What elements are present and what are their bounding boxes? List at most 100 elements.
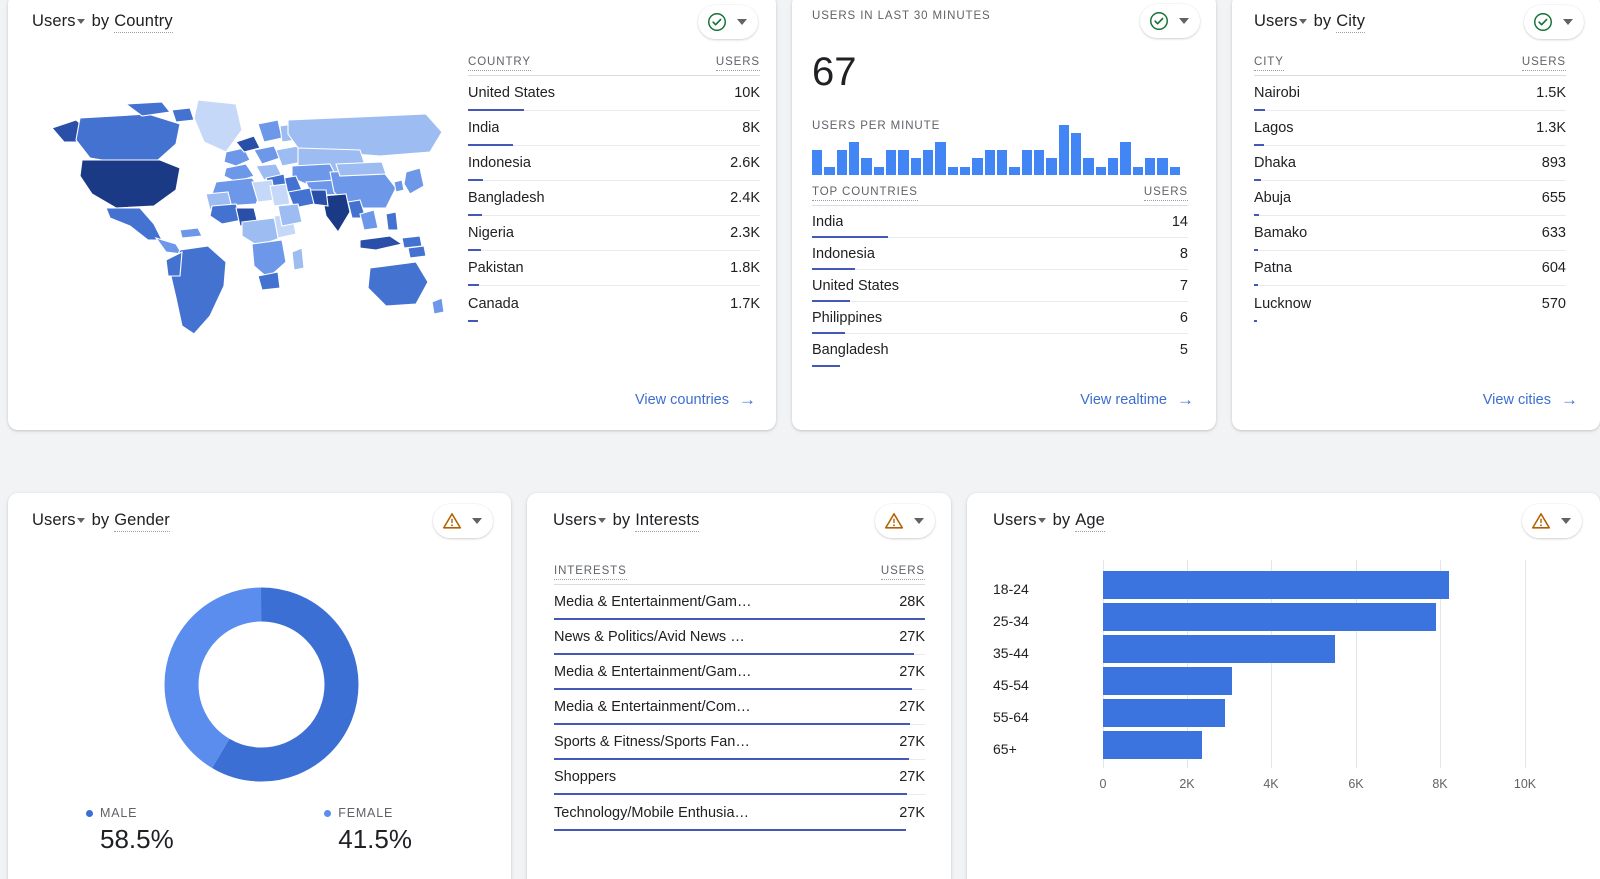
- metric-selector-country[interactable]: Users: [32, 12, 92, 31]
- check-circle-icon: [706, 11, 728, 33]
- age-bar[interactable]: [1103, 571, 1449, 599]
- table-row[interactable]: Lucknow 570: [1254, 286, 1566, 321]
- warning-triangle-icon: [883, 510, 905, 532]
- table-row[interactable]: India 8K: [468, 111, 760, 146]
- spark-bar: [886, 150, 896, 175]
- realtime-top-countries-table: TOP COUNTRIES USERS India 14 Indonesia 8…: [812, 186, 1188, 366]
- spark-bar: [1083, 158, 1093, 175]
- connector-word: by: [1053, 511, 1071, 530]
- gender-card-header: Users by Gender: [8, 493, 511, 549]
- age-bar[interactable]: [1103, 603, 1436, 631]
- realtime-active-users-value: 67: [812, 52, 1200, 92]
- row-label: News & Politics/Avid News …: [554, 629, 745, 645]
- spark-bar: [1120, 142, 1130, 175]
- view-countries-link[interactable]: View countries →: [635, 391, 756, 408]
- table-row[interactable]: Philippines 6: [812, 302, 1188, 334]
- dimension-selector-interests[interactable]: Interests: [635, 511, 699, 532]
- age-category-label: 45-54: [993, 677, 1029, 693]
- table-row[interactable]: Technology/Mobile Enthusia… 27K: [554, 795, 925, 830]
- row-bar: [554, 829, 906, 832]
- table-row[interactable]: Shoppers 27K: [554, 760, 925, 795]
- gender-status-pill[interactable]: [433, 504, 493, 538]
- legend-female-label: FEMALE: [338, 806, 393, 820]
- table-row[interactable]: Bangladesh 5: [812, 334, 1188, 366]
- row-value: 570: [1532, 296, 1566, 312]
- city-table: CITY USERS Nairobi 1.5K Lagos 1.3K Dhaka…: [1254, 56, 1566, 321]
- row-label: Bangladesh: [812, 342, 889, 358]
- table-row[interactable]: United States 7: [812, 270, 1188, 302]
- age-bar-chart[interactable]: 18-24 25-34 35-44 45-54 55-64 65+ 0 2K 4…: [967, 555, 1600, 815]
- spark-bar: [1157, 158, 1167, 175]
- country-card-header: Users by Country: [8, 0, 776, 50]
- table-row[interactable]: Lagos 1.3K: [1254, 111, 1566, 146]
- world-map-svg: [30, 90, 450, 340]
- table-row[interactable]: Media & Entertainment/Com… 27K: [554, 690, 925, 725]
- age-status-pill[interactable]: [1522, 504, 1582, 538]
- table-row[interactable]: Canada 1.7K: [468, 286, 760, 321]
- metric-selector-city[interactable]: Users: [1254, 12, 1314, 31]
- row-label: India: [468, 120, 499, 136]
- realtime-heading: USERS IN LAST 30 MINUTES: [812, 10, 991, 22]
- view-cities-link[interactable]: View cities →: [1483, 391, 1578, 408]
- table-row[interactable]: Pakistan 1.8K: [468, 251, 760, 286]
- row-value: 28K: [889, 594, 925, 610]
- realtime-table-header: TOP COUNTRIES USERS: [812, 186, 1188, 205]
- metric-selector-interests[interactable]: Users: [553, 511, 613, 530]
- realtime-col-dimension: TOP COUNTRIES: [812, 186, 918, 201]
- row-label: Media & Entertainment/Com…: [554, 699, 751, 715]
- interests-col-dimension: INTERESTS: [554, 565, 627, 580]
- age-bar[interactable]: [1103, 635, 1335, 663]
- age-bar[interactable]: [1103, 731, 1202, 759]
- world-map-choropleth[interactable]: [30, 90, 450, 340]
- age-axis-tick: 4K: [1251, 777, 1291, 791]
- metric-selector-age[interactable]: Users: [993, 511, 1053, 530]
- city-status-pill[interactable]: [1524, 5, 1584, 39]
- table-row[interactable]: United States 10K: [468, 76, 760, 111]
- dimension-selector-gender[interactable]: Gender: [114, 511, 170, 532]
- row-value: 6: [1170, 310, 1188, 326]
- age-bar[interactable]: [1103, 667, 1232, 695]
- interests-table: INTERESTS USERS Media & Entertainment/Ga…: [554, 565, 925, 830]
- row-value: 27K: [889, 805, 925, 821]
- table-row[interactable]: Patna 604: [1254, 251, 1566, 286]
- metric-selector-gender[interactable]: Users: [32, 511, 92, 530]
- table-row[interactable]: Indonesia 2.6K: [468, 146, 760, 181]
- dimension-selector-age[interactable]: Age: [1075, 511, 1105, 532]
- arrow-right-icon: →: [1177, 391, 1194, 408]
- row-label: India: [812, 214, 843, 230]
- table-row[interactable]: Abuja 655: [1254, 181, 1566, 216]
- age-category-label: 65+: [993, 741, 1017, 757]
- table-row[interactable]: Dhaka 893: [1254, 146, 1566, 181]
- connector-word: by: [92, 511, 110, 530]
- spark-bar: [997, 150, 1007, 175]
- table-row[interactable]: Nairobi 1.5K: [1254, 76, 1566, 111]
- table-row[interactable]: Media & Entertainment/Gam… 27K: [554, 655, 925, 690]
- spark-bar: [849, 142, 859, 175]
- country-status-pill[interactable]: [698, 5, 758, 39]
- dimension-selector-city[interactable]: City: [1336, 12, 1365, 33]
- table-row[interactable]: Indonesia 8: [812, 238, 1188, 270]
- gender-donut-chart[interactable]: [158, 581, 365, 788]
- spark-bar: [898, 150, 908, 175]
- table-row[interactable]: Media & Entertainment/Gam… 28K: [554, 585, 925, 620]
- spark-bar: [1096, 167, 1106, 175]
- check-circle-icon: [1532, 11, 1554, 33]
- users-per-minute-sparkline[interactable]: [812, 125, 1180, 175]
- table-row[interactable]: News & Politics/Avid News … 27K: [554, 620, 925, 655]
- spark-bar: [1022, 150, 1032, 175]
- spark-bar: [972, 158, 982, 175]
- age-card-title: Users by Age: [993, 511, 1105, 532]
- card-users-by-age: Users by Age 18-24: [967, 493, 1600, 879]
- age-category-label: 55-64: [993, 709, 1029, 725]
- table-row[interactable]: Bamako 633: [1254, 216, 1566, 251]
- interests-status-pill[interactable]: [875, 504, 935, 538]
- dimension-selector-country[interactable]: Country: [114, 12, 172, 33]
- view-realtime-link[interactable]: View realtime →: [1080, 391, 1194, 408]
- table-row[interactable]: Bangladesh 2.4K: [468, 181, 760, 216]
- table-row[interactable]: Nigeria 2.3K: [468, 216, 760, 251]
- realtime-status-pill[interactable]: [1140, 4, 1200, 38]
- table-row[interactable]: Sports & Fitness/Sports Fan… 27K: [554, 725, 925, 760]
- row-label: Shoppers: [554, 769, 616, 785]
- table-row[interactable]: India 14: [812, 206, 1188, 238]
- age-bar[interactable]: [1103, 699, 1225, 727]
